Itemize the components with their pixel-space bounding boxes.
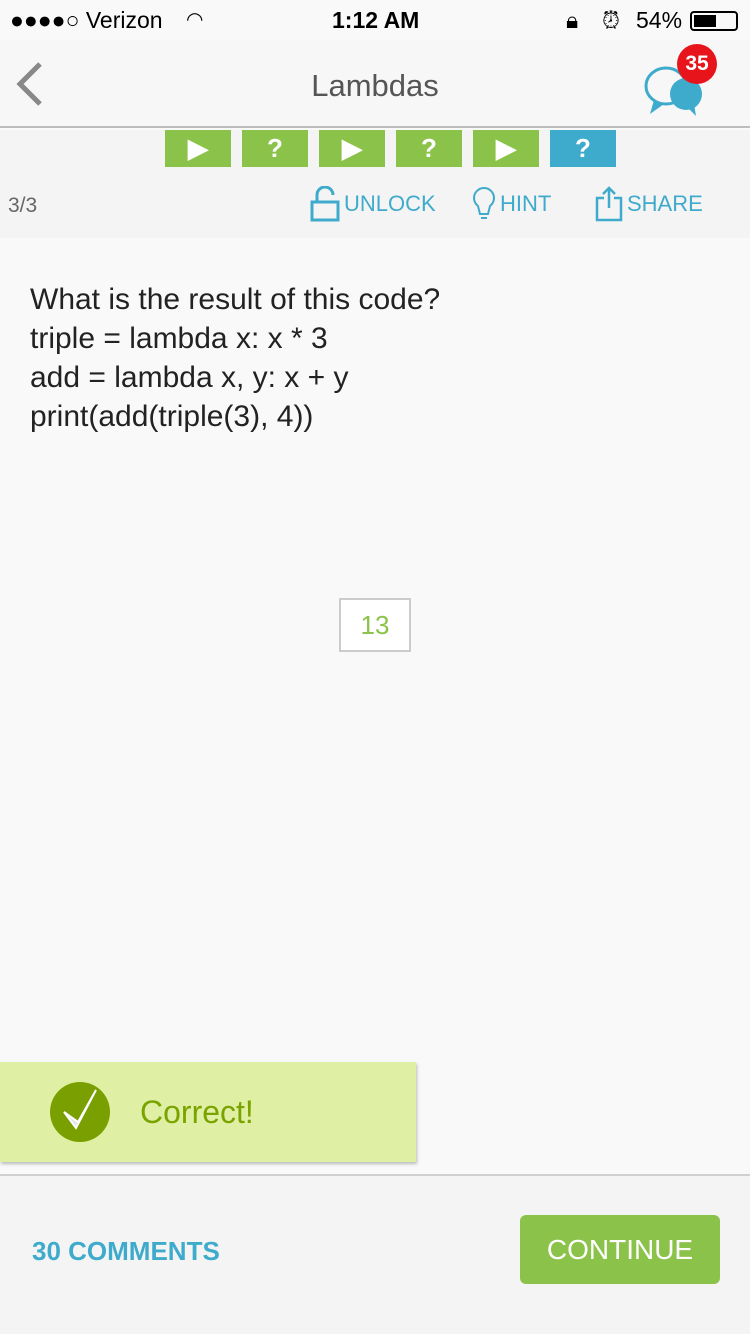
hint-button[interactable]: HINT: [472, 186, 551, 222]
wifi-icon: ◠: [186, 9, 204, 31]
status-bar: ●●●●○ Verizon ◠ 1:12 AM 🔒︎ ⏰︎ 54%: [0, 0, 750, 40]
question-line: print(add(triple(3), 4)): [30, 400, 314, 433]
step-1[interactable]: ▶: [165, 130, 231, 167]
lightbulb-icon: [473, 186, 495, 219]
notification-badge: 35: [677, 44, 717, 84]
answer-input[interactable]: 13: [339, 598, 411, 652]
battery-percent: 54%: [636, 7, 683, 33]
step-4[interactable]: ?: [396, 130, 462, 167]
question-counter: 3/3: [8, 194, 38, 217]
result-banner: Correct!: [0, 1062, 416, 1162]
carrier: ●●●●○ Verizon: [10, 7, 163, 33]
step-6[interactable]: ?: [550, 130, 616, 167]
step-2[interactable]: ?: [242, 130, 308, 167]
question-line: add = lambda x, y: x + y: [30, 361, 349, 394]
question-text: What is the result of this code? triple …: [30, 280, 440, 436]
clock: 1:12 AM: [332, 7, 420, 33]
lock-icon: [310, 186, 340, 222]
result-text: Correct!: [140, 1094, 254, 1130]
step-3[interactable]: ▶: [319, 130, 385, 167]
alarm-icon: ⏰︎: [602, 7, 620, 33]
question-line: triple = lambda x: x * 3: [30, 322, 328, 355]
nav-bar: Lambdas 35: [0, 40, 750, 128]
hint-label: HINT: [500, 191, 552, 216]
checkmark-icon: [50, 1082, 110, 1142]
page-title: Lambdas: [311, 68, 439, 103]
rotation-lock-icon: 🔒︎: [566, 7, 579, 33]
progress-steps: ▶ ? ▶ ? ▶ ?: [165, 130, 616, 167]
share-icon: [595, 186, 623, 222]
step-5[interactable]: ▶: [473, 130, 539, 167]
share-button[interactable]: SHARE: [595, 186, 703, 222]
lesson-toolbar: ▶ ? ▶ ? ▶ ? 3/3 UNLOCK HINT SHARE: [0, 130, 750, 238]
continue-button[interactable]: CONTINUE: [520, 1215, 720, 1284]
question-line: What is the result of this code?: [30, 283, 441, 316]
battery-icon: [690, 11, 738, 31]
unlock-button[interactable]: UNLOCK: [310, 186, 436, 222]
unlock-label: UNLOCK: [344, 191, 436, 216]
footer: 30 COMMENTS CONTINUE: [0, 1174, 750, 1334]
comments-link[interactable]: 30 COMMENTS: [32, 1236, 220, 1267]
share-label: SHARE: [627, 191, 703, 216]
